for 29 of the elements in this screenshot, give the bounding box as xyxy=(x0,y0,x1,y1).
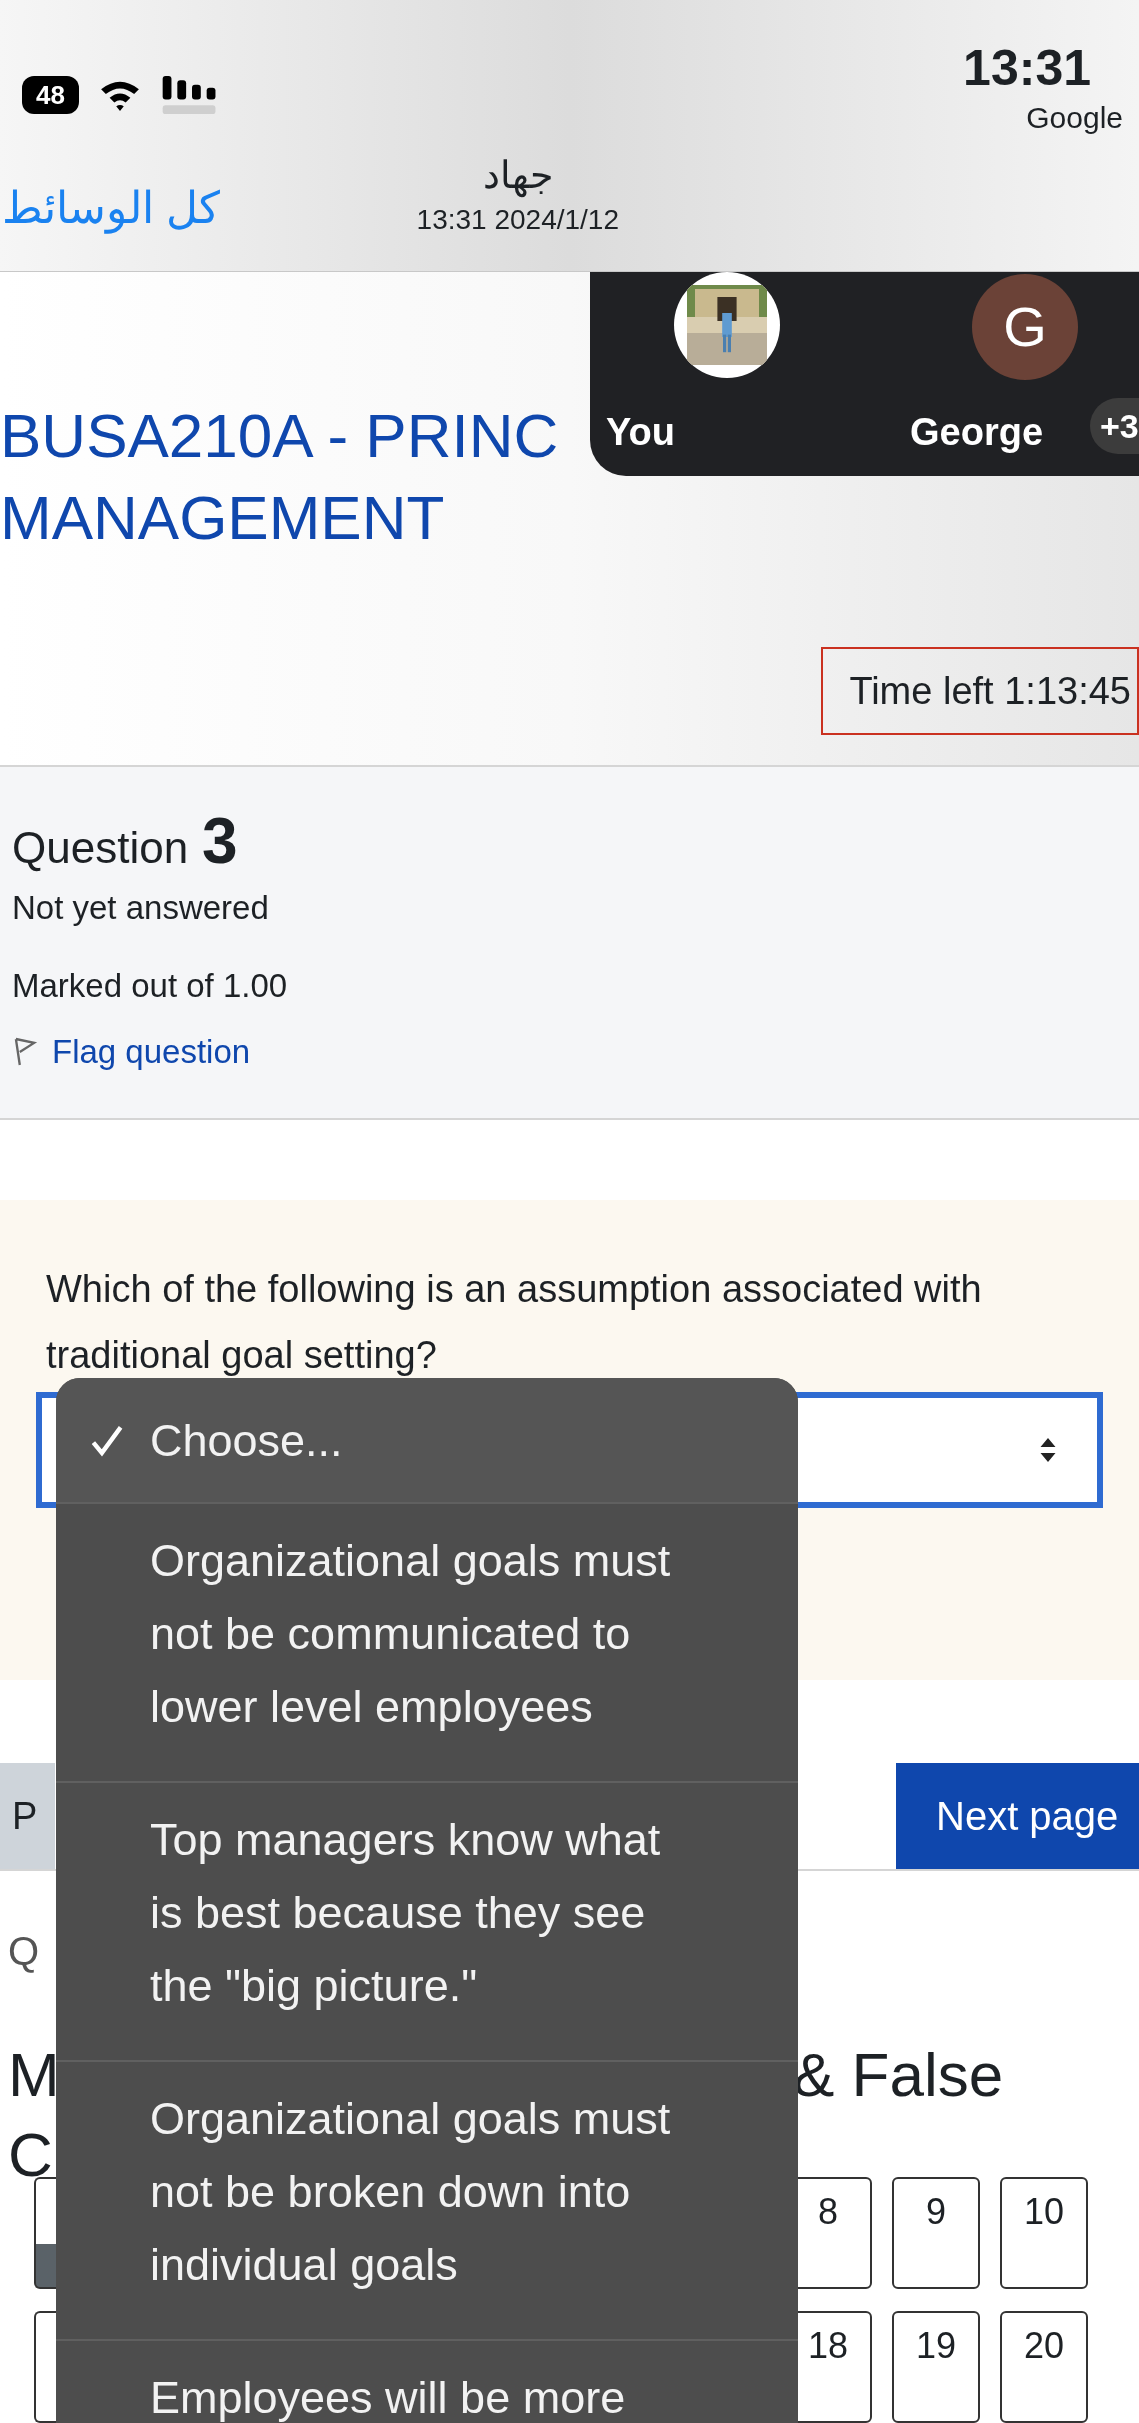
question-nav-button[interactable]: 19 xyxy=(892,2311,980,2423)
avatar: G xyxy=(972,274,1078,380)
participant-name: You xyxy=(606,410,675,455)
carrier-label: Google xyxy=(1026,100,1123,136)
course-title: BUSA210A - PRINC xyxy=(0,400,559,472)
question-nav-button[interactable]: 10 xyxy=(1000,2177,1088,2289)
status-time: 13:31 xyxy=(963,40,1091,96)
participant-name: George xyxy=(910,410,1044,455)
flag-question-link[interactable]: Flag question xyxy=(52,1027,251,1077)
time-left-timer: Time left 1:13:45 xyxy=(821,647,1139,735)
dropdown-option[interactable]: Choose... xyxy=(56,1378,798,1504)
question-label: Question xyxy=(12,822,189,874)
next-page-button[interactable]: Next page xyxy=(896,1763,1139,1869)
question-status: Not yet answered xyxy=(12,888,269,928)
checkmark-icon xyxy=(90,1424,124,1458)
flag-icon xyxy=(12,1035,38,1068)
question-number: 3 xyxy=(202,804,238,879)
more-participants-badge: +3 xyxy=(1090,398,1139,454)
question-nav-button[interactable]: 20 xyxy=(1000,2311,1088,2423)
section-title: C xyxy=(8,2119,48,2191)
battery-indicator: 48 xyxy=(22,76,79,114)
question-nav-button[interactable]: 9 xyxy=(892,2177,980,2289)
question-marks: Marked out of 1.00 xyxy=(12,966,288,1006)
quiz-navigation-heading: Q xyxy=(8,1928,41,1975)
question-text: Which of the following is an assumption associated with traditional goal setting? xyxy=(46,1267,983,1378)
sender-name: جهاد xyxy=(482,153,553,200)
course-title: MANAGEMENT xyxy=(0,482,445,554)
message-date: 13:31 2024/1/12 xyxy=(416,203,619,237)
previous-page-button[interactable]: P xyxy=(0,1763,55,1869)
